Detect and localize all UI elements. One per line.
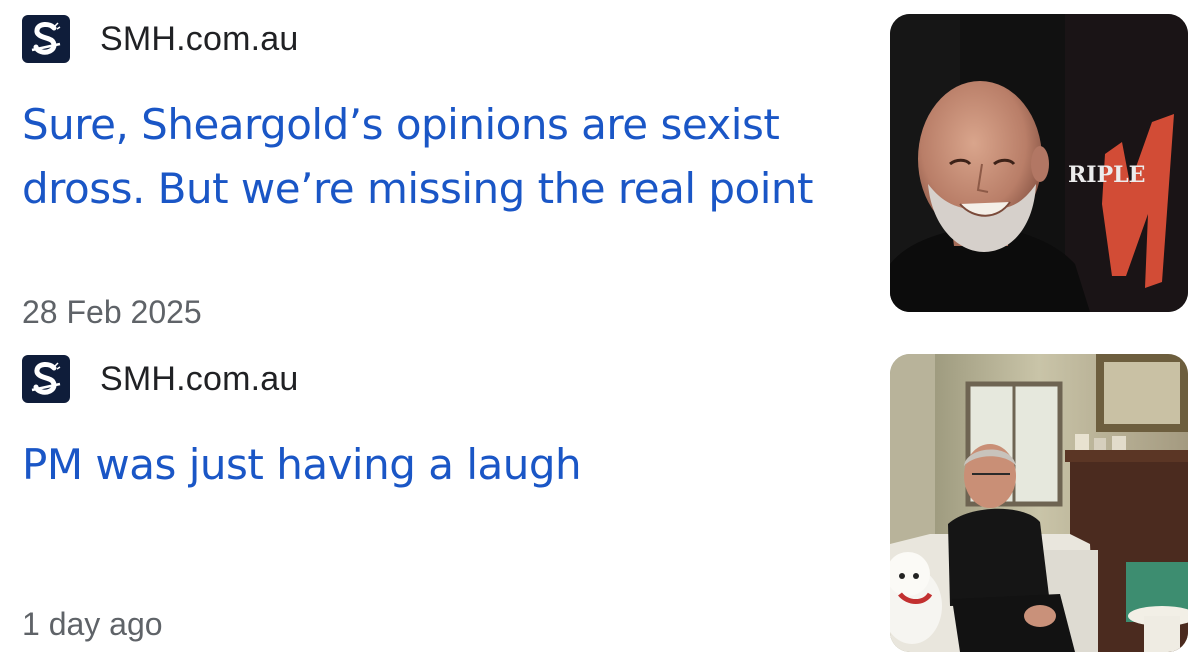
- article-thumbnail[interactable]: RIPLE: [890, 14, 1188, 312]
- article-timestamp: 1 day ago: [22, 606, 163, 642]
- article-headline-link[interactable]: PM was just having a laugh: [22, 433, 852, 497]
- source-name: SMH.com.au: [100, 359, 299, 398]
- news-article-card[interactable]: SMH.com.au Sure, Sheargold’s opinions ar…: [0, 0, 1200, 340]
- sign-text: RIPLE: [1068, 162, 1145, 188]
- article-source: SMH.com.au: [22, 355, 299, 403]
- article-timestamp: 28 Feb 2025: [22, 294, 202, 330]
- smh-logo-icon: [22, 15, 70, 63]
- article-source: SMH.com.au: [22, 15, 299, 63]
- news-article-card[interactable]: SMH.com.au PM was just having a laugh 1 …: [0, 340, 1200, 666]
- article-thumbnail[interactable]: [890, 354, 1188, 652]
- smh-logo-icon: [22, 355, 70, 403]
- source-name: SMH.com.au: [100, 19, 299, 58]
- article-headline-link[interactable]: Sure, Sheargold’s opinions are sexist dr…: [22, 93, 852, 221]
